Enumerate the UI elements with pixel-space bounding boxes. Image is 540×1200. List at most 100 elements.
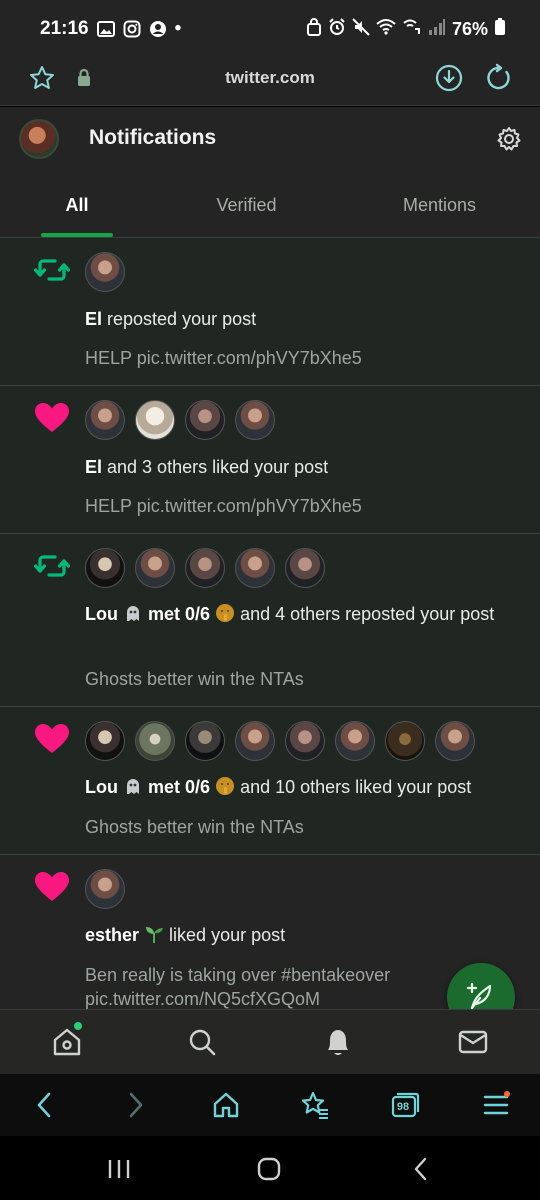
tab-all[interactable]: All [0,171,154,237]
avatar[interactable] [385,721,425,761]
actor-name[interactable]: Lou [85,777,118,797]
avatar[interactable] [85,400,125,440]
shushing-face-icon [215,776,235,796]
avatar[interactable] [135,400,175,440]
notification-text: esther liked your post [85,923,515,948]
avatar-row [85,721,475,761]
notification-text: Lou met 0/6 and 4 others reposted your p… [85,602,515,627]
notification-item[interactable]: El and 3 others liked your post HELP pic… [0,386,540,534]
messages-mail-icon[interactable] [457,1026,489,1058]
tab-verified[interactable]: Verified [154,171,339,237]
back-arrow-icon[interactable] [28,1089,60,1121]
tab-count: 98 [396,1101,410,1113]
shushing-face-icon [215,603,235,623]
actor-subname: met 0/6 [148,777,211,797]
tab-mentions-label: Mentions [402,195,477,215]
notification-text: El reposted your post [85,307,515,332]
tabs-button[interactable]: 98 [389,1089,421,1121]
gallery-icon [96,20,115,38]
bookmarks-star-icon[interactable] [299,1089,331,1121]
notification-tabs: All Verified Mentions [0,171,540,238]
heart-icon [34,721,70,757]
notification-item[interactable]: Lou met 0/6 and 10 others liked your pos… [0,707,540,855]
avatar[interactable] [85,252,125,292]
actor-name[interactable]: esther [85,925,139,945]
avatar[interactable] [235,400,275,440]
active-tab-indicator [41,233,113,237]
actor-name[interactable]: Lou [85,604,118,624]
avatar[interactable] [85,548,125,588]
avatar-row [85,869,125,909]
avatar[interactable] [335,721,375,761]
forward-arrow-icon[interactable] [120,1089,152,1121]
signal-icon [428,18,446,40]
avatar[interactable] [85,721,125,761]
twitter-app: Notifications All Verified Mentions El r… [0,107,540,1074]
action-text: reposted your post [102,309,257,329]
status-right: 76% [306,17,506,41]
system-home-icon[interactable] [254,1156,284,1182]
recent-apps-icon[interactable] [104,1156,134,1182]
ghost-emoji-icon [123,603,143,623]
status-time: 21:16 [40,18,89,39]
browser-url-bar: twitter.com [0,58,540,106]
notification-text: El and 3 others liked your post [85,455,515,480]
home-icon[interactable] [51,1026,83,1058]
search-icon[interactable] [186,1026,218,1058]
heart-icon [34,869,70,905]
avatar[interactable] [235,721,275,761]
status-dot: • [174,18,182,39]
settings-gear-icon[interactable] [496,126,522,157]
avatar[interactable] [85,869,125,909]
app-bottom-nav [0,1009,540,1074]
tab-all-label: All [65,195,89,215]
avatar[interactable] [285,721,325,761]
download-icon[interactable] [434,63,464,98]
notification-item[interactable]: El reposted your post HELP pic.twitter.c… [0,238,540,386]
avatar-row [85,548,325,588]
status-left: 21:16 • [40,18,181,40]
tab-verified-label: Verified [216,195,277,215]
post-preview[interactable]: Ghosts better win the NTAs [85,667,515,691]
browser-menu-icon[interactable] [480,1089,512,1121]
mute-icon [352,17,370,41]
avatar-row [85,252,125,292]
wifi-icon [376,18,396,41]
actor-name[interactable]: El [85,457,102,477]
avatar[interactable] [185,400,225,440]
avatar[interactable] [185,721,225,761]
avatar[interactable] [435,721,475,761]
post-preview[interactable]: HELP pic.twitter.com/phVY7bXhe5 [85,494,515,518]
action-text: liked your post [164,925,286,945]
post-preview[interactable]: Ghosts better win the NTAs [85,815,515,839]
notification-item[interactable]: esther liked your post Ben really is tak… [0,855,540,1031]
instagram-icon [123,20,141,38]
profile-avatar[interactable] [19,119,59,159]
ghost-emoji-icon [123,776,143,796]
avatar[interactable] [235,548,275,588]
tab-mentions[interactable]: Mentions [339,171,540,237]
avatar[interactable] [285,548,325,588]
avatar[interactable] [135,721,175,761]
notification-feed: El reposted your post HELP pic.twitter.c… [0,238,540,1031]
notification-item[interactable]: Lou met 0/6 and 4 others reposted your p… [0,534,540,707]
avatar-row [85,400,275,440]
actor-name[interactable]: El [85,309,102,329]
notifications-header: Notifications [0,107,540,171]
avatar[interactable] [135,548,175,588]
status-bar: 21:16 • 76% [0,0,540,58]
system-nav-bar [0,1136,540,1200]
home-unread-dot [74,1022,82,1030]
wifi-calling-icon [402,18,422,41]
action-text: and 3 others liked your post [102,457,329,477]
notifications-bell-icon[interactable] [322,1026,354,1058]
seedling-emoji-icon [144,924,164,944]
lock-screen-icon [306,17,322,41]
heart-icon [34,400,70,436]
avatar[interactable] [185,548,225,588]
reload-icon[interactable] [484,63,514,98]
post-preview[interactable]: HELP pic.twitter.com/phVY7bXhe5 [85,346,515,370]
system-back-icon[interactable] [406,1156,436,1182]
browser-home-icon[interactable] [210,1089,242,1121]
action-text: and 10 others liked your post [235,777,472,797]
